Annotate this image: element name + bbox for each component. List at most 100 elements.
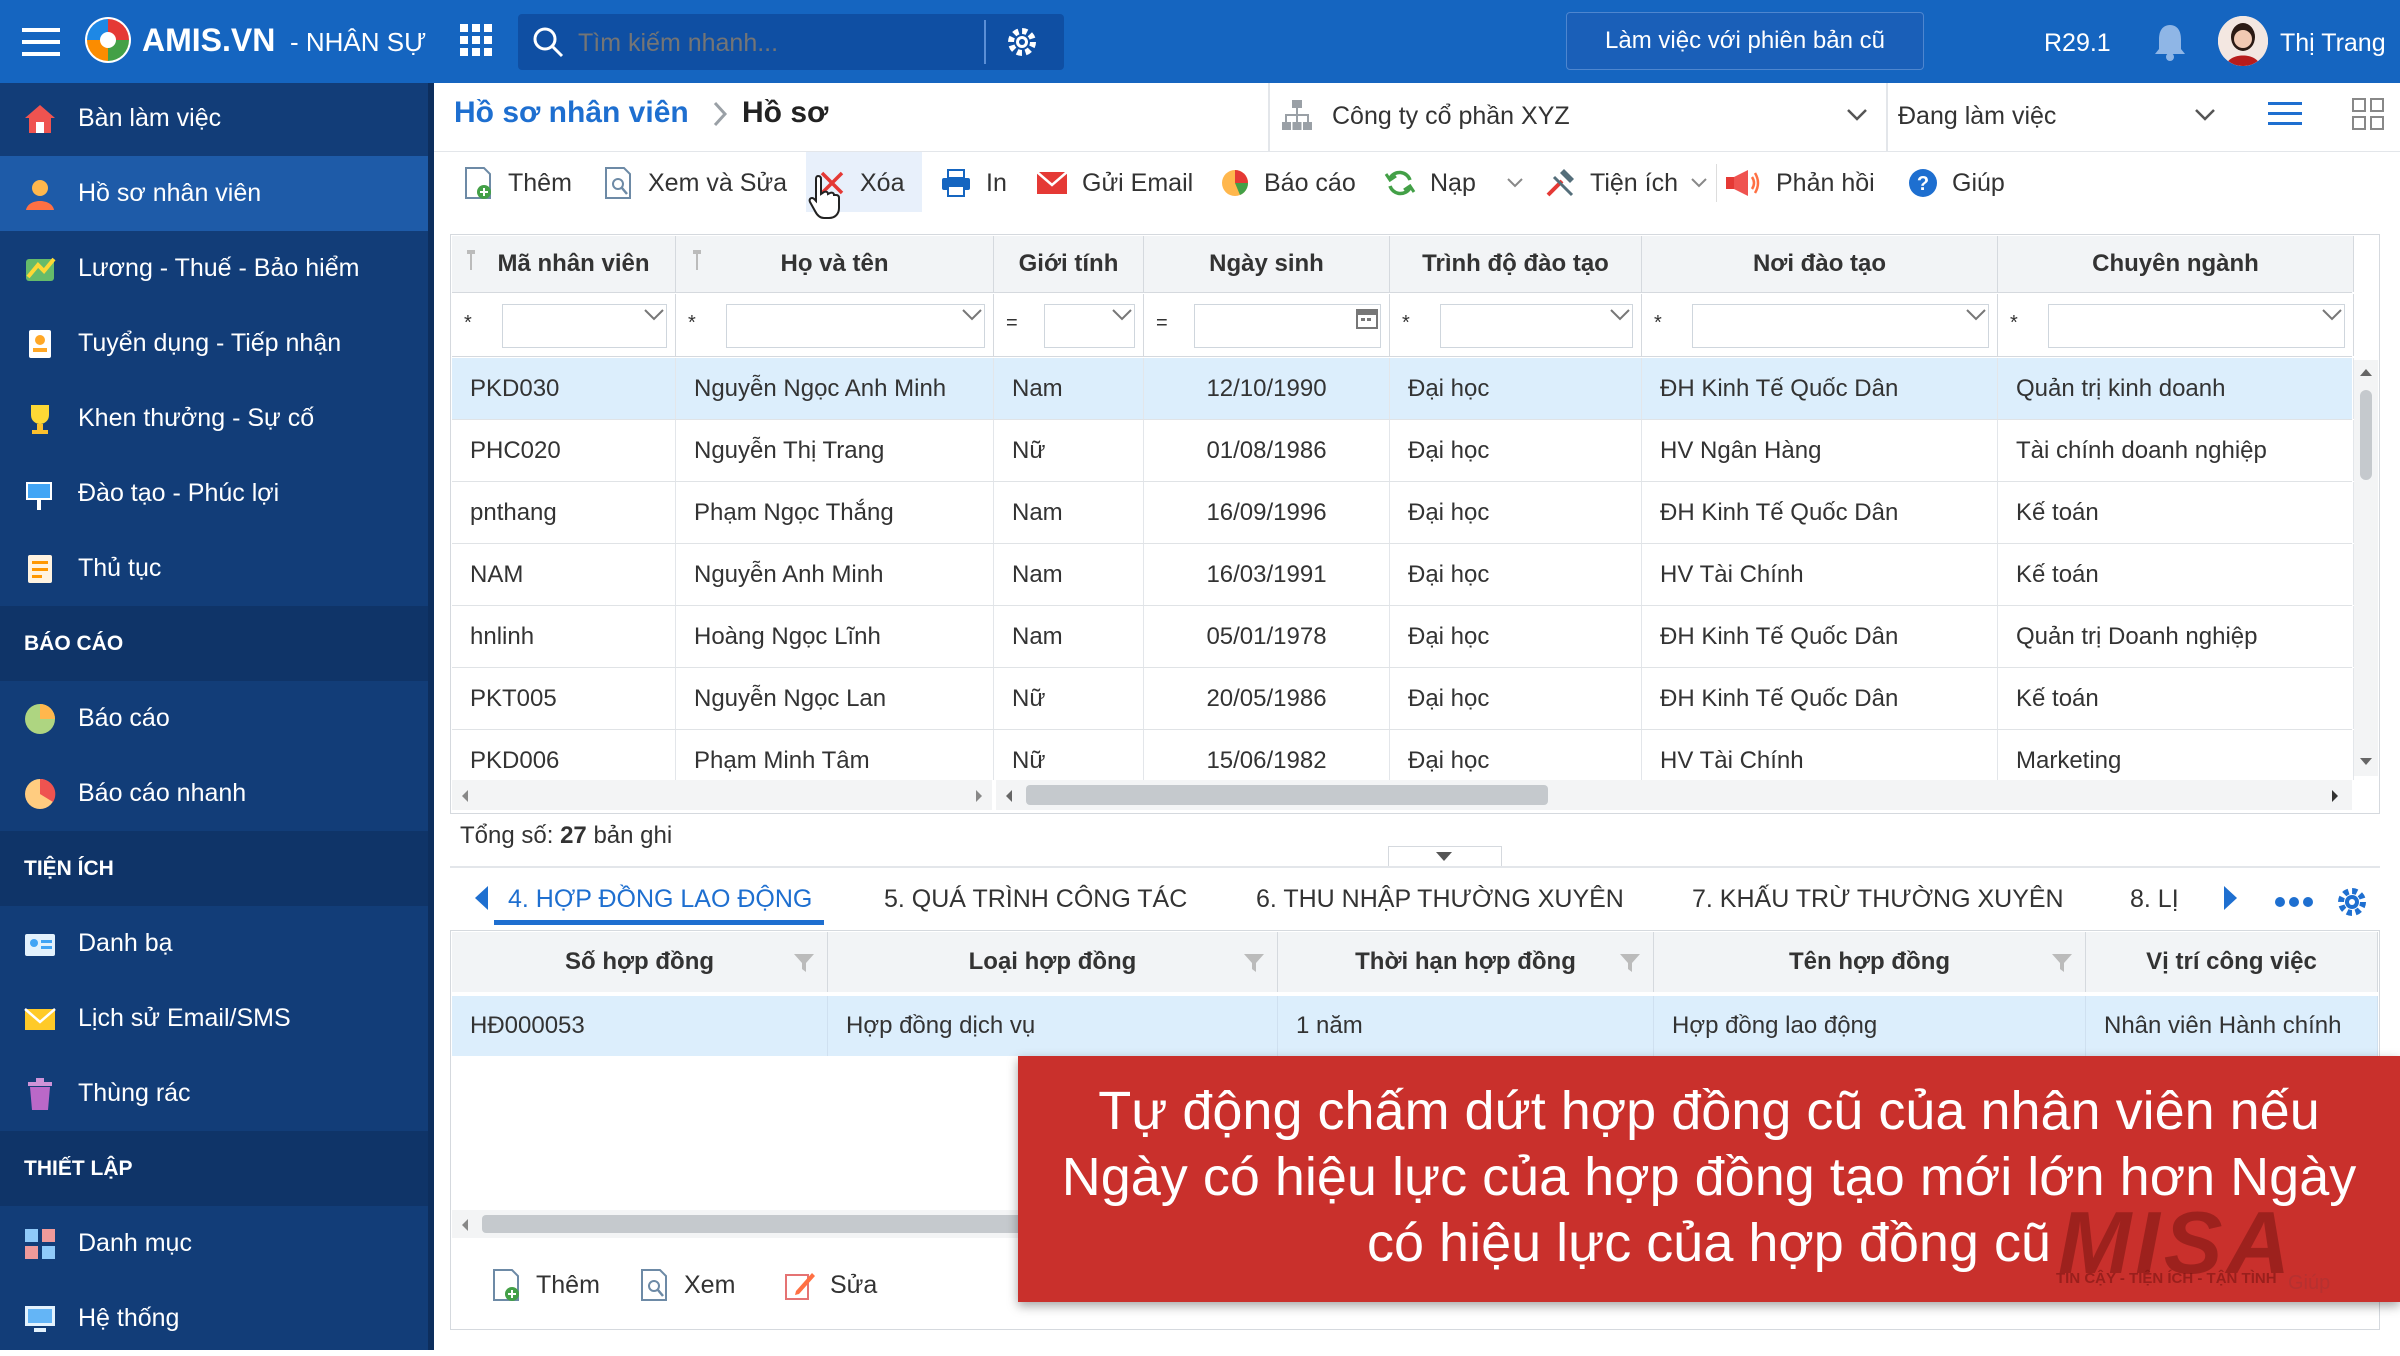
gender-cell[interactable]: Nam bbox=[994, 606, 1144, 667]
column-header-contract-name[interactable]: Tên hợp đồng bbox=[1654, 932, 2086, 992]
grid-frozen-horizontal-scrollbar[interactable] bbox=[452, 780, 992, 810]
contract-name-cell[interactable]: Hợp đồng lao động bbox=[1654, 996, 2086, 1056]
training-place-cell[interactable]: ĐH Kinh Tế Quốc Dân bbox=[1642, 482, 1998, 543]
table-row[interactable]: PKD006 Phạm Minh Tâm Nữ 15/06/1982 Đại học HV… bbox=[452, 730, 2354, 780]
tab-labor-contract[interactable]: 4. HỢP ĐỒNG LAO ĐỘNG bbox=[508, 876, 812, 922]
table-row[interactable]: PKD030 Nguyễn Ngọc Anh Minh Nam 12/10/1990 Đ… bbox=[452, 358, 2354, 420]
education-level-cell[interactable]: Đại học bbox=[1390, 482, 1642, 543]
column-header-contract-type[interactable]: Loại hợp đồng bbox=[828, 932, 1278, 992]
tab-scroll-right-icon[interactable] bbox=[2222, 884, 2240, 912]
training-place-cell[interactable]: HV Tài Chính bbox=[1642, 544, 1998, 605]
scroll-left-arrow-icon[interactable] bbox=[1004, 789, 1014, 803]
gender-cell[interactable]: Nữ bbox=[994, 668, 1144, 729]
full-name-cell[interactable]: Nguyễn Ngọc Lan bbox=[676, 668, 994, 729]
employee-code-cell[interactable]: PKD030 bbox=[452, 358, 676, 419]
birth-date-cell[interactable]: 20/05/1986 bbox=[1144, 668, 1390, 729]
scroll-left-arrow-icon[interactable] bbox=[460, 789, 470, 803]
full-name-cell[interactable]: Phạm Minh Tâm bbox=[676, 730, 994, 780]
filter-funnel-icon[interactable] bbox=[1243, 952, 1265, 974]
scroll-thumb[interactable] bbox=[2360, 390, 2372, 480]
table-row[interactable]: NAM Nguyễn Anh Minh Nam 16/03/1991 Đại học HV… bbox=[452, 544, 2354, 606]
detail-edit-button[interactable]: Sửa bbox=[784, 1262, 877, 1308]
employee-code-cell[interactable]: PKD006 bbox=[452, 730, 676, 780]
full-name-cell[interactable]: Phạm Ngọc Thắng bbox=[676, 482, 994, 543]
scroll-down-arrow-icon[interactable] bbox=[2358, 756, 2374, 768]
filter-funnel-icon[interactable] bbox=[793, 952, 815, 974]
gender-cell[interactable]: Nam bbox=[994, 544, 1144, 605]
contract-number-cell[interactable]: HĐ000053 bbox=[452, 996, 828, 1056]
scroll-up-arrow-icon[interactable] bbox=[2358, 366, 2374, 378]
sidebar-item-trash[interactable]: Thùng rác bbox=[0, 1056, 428, 1131]
birth-date-cell[interactable]: 16/09/1996 bbox=[1144, 482, 1390, 543]
contract-type-cell[interactable]: Hợp đồng dịch vụ bbox=[828, 996, 1278, 1056]
training-place-cell[interactable]: ĐH Kinh Tế Quốc Dân bbox=[1642, 668, 1998, 729]
table-row[interactable]: PHC020 Nguyễn Thị Trang Nữ 01/08/1986 Đại họ… bbox=[452, 420, 2354, 482]
sidebar-item-email-history[interactable]: Lịch sử Email/SMS bbox=[0, 981, 428, 1056]
education-level-cell[interactable]: Đại học bbox=[1390, 544, 1642, 605]
major-cell[interactable]: Quản trị kinh doanh bbox=[1998, 358, 2354, 419]
column-header-contract-number[interactable]: Số hợp đồng bbox=[452, 932, 828, 992]
major-cell[interactable]: Kế toán bbox=[1998, 544, 2354, 605]
education-level-cell[interactable]: Đại học bbox=[1390, 668, 1642, 729]
table-row[interactable]: pnthang Phạm Ngọc Thắng Nam 16/09/1996 Đại h… bbox=[452, 482, 2354, 544]
detail-view-button[interactable]: Xem bbox=[640, 1262, 735, 1308]
birth-date-cell[interactable]: 05/01/1978 bbox=[1144, 606, 1390, 667]
scroll-right-arrow-icon[interactable] bbox=[2330, 789, 2340, 803]
training-place-cell[interactable]: ĐH Kinh Tế Quốc Dân bbox=[1642, 358, 1998, 419]
training-place-cell[interactable]: ĐH Kinh Tế Quốc Dân bbox=[1642, 606, 1998, 667]
gender-cell[interactable]: Nữ bbox=[994, 420, 1144, 481]
employee-code-cell[interactable]: PHC020 bbox=[452, 420, 676, 481]
contract-term-cell[interactable]: 1 năm bbox=[1278, 996, 1654, 1056]
major-cell[interactable]: Kế toán bbox=[1998, 668, 2354, 729]
training-place-cell[interactable]: HV Tài Chính bbox=[1642, 730, 1998, 780]
table-row[interactable]: PKT005 Nguyễn Ngọc Lan Nữ 20/05/1986 Đại học… bbox=[452, 668, 2354, 730]
detail-settings-gear-icon[interactable] bbox=[2336, 886, 2368, 918]
scroll-left-arrow-icon[interactable] bbox=[460, 1218, 470, 1232]
major-cell[interactable]: Marketing bbox=[1998, 730, 2354, 780]
table-row[interactable]: hnlinh Hoàng Ngọc Lĩnh Nam 05/01/1978 Đại họ… bbox=[452, 606, 2354, 668]
column-header-contract-term[interactable]: Thời hạn hợp đồng bbox=[1278, 932, 1654, 992]
birth-date-cell[interactable]: 15/06/1982 bbox=[1144, 730, 1390, 780]
full-name-cell[interactable]: Hoàng Ngọc Lĩnh bbox=[676, 606, 994, 667]
sidebar-item-contacts[interactable]: Danh bạ bbox=[0, 906, 428, 981]
job-position-cell[interactable]: Nhân viên Hành chính bbox=[2086, 996, 2378, 1056]
tab-more[interactable]: 8. LỊ bbox=[2130, 876, 2179, 922]
more-options-icon[interactable] bbox=[2274, 896, 2314, 908]
major-cell[interactable]: Tài chính doanh nghiệp bbox=[1998, 420, 2354, 481]
filter-funnel-icon[interactable] bbox=[1619, 952, 1641, 974]
employee-code-cell[interactable]: PKT005 bbox=[452, 668, 676, 729]
full-name-cell[interactable]: Nguyễn Ngọc Anh Minh bbox=[676, 358, 994, 419]
birth-date-cell[interactable]: 16/03/1991 bbox=[1144, 544, 1390, 605]
sidebar-item-catalog[interactable]: Danh mục bbox=[0, 1206, 428, 1281]
full-name-cell[interactable]: Nguyễn Anh Minh bbox=[676, 544, 994, 605]
tab-regular-deduction[interactable]: 7. KHẤU TRỪ THƯỜNG XUYÊN bbox=[1692, 876, 2064, 922]
major-cell[interactable]: Kế toán bbox=[1998, 482, 2354, 543]
birth-date-cell[interactable]: 01/08/1986 bbox=[1144, 420, 1390, 481]
panel-splitter-toggle[interactable] bbox=[1388, 846, 1502, 867]
gender-cell[interactable]: Nữ bbox=[994, 730, 1144, 780]
employee-code-cell[interactable]: pnthang bbox=[452, 482, 676, 543]
full-name-cell[interactable]: Nguyễn Thị Trang bbox=[676, 420, 994, 481]
detail-add-button[interactable]: Thêm bbox=[492, 1262, 600, 1308]
sidebar-item-system[interactable]: Hệ thống bbox=[0, 1281, 428, 1356]
grid-horizontal-scrollbar[interactable] bbox=[996, 780, 2352, 810]
tab-regular-income[interactable]: 6. THU NHẬP THƯỜNG XUYÊN bbox=[1256, 876, 1624, 922]
tab-scroll-left-icon[interactable] bbox=[472, 884, 490, 912]
education-level-cell[interactable]: Đại học bbox=[1390, 730, 1642, 780]
column-header-job-position[interactable]: Vị trí công việc bbox=[2086, 932, 2378, 992]
employee-code-cell[interactable]: hnlinh bbox=[452, 606, 676, 667]
grid-vertical-scrollbar[interactable] bbox=[2354, 360, 2378, 776]
tab-work-history[interactable]: 5. QUÁ TRÌNH CÔNG TÁC bbox=[884, 876, 1187, 922]
gender-cell[interactable]: Nam bbox=[994, 482, 1144, 543]
training-place-cell[interactable]: HV Ngân Hàng bbox=[1642, 420, 1998, 481]
education-level-cell[interactable]: Đại học bbox=[1390, 420, 1642, 481]
gender-cell[interactable]: Nam bbox=[994, 358, 1144, 419]
birth-date-cell[interactable]: 12/10/1990 bbox=[1144, 358, 1390, 419]
employee-code-cell[interactable]: NAM bbox=[452, 544, 676, 605]
education-level-cell[interactable]: Đại học bbox=[1390, 606, 1642, 667]
education-level-cell[interactable]: Đại học bbox=[1390, 358, 1642, 419]
scroll-thumb[interactable] bbox=[1026, 785, 1548, 805]
scroll-right-arrow-icon[interactable] bbox=[974, 789, 984, 803]
major-cell[interactable]: Quản trị Doanh nghiệp bbox=[1998, 606, 2354, 667]
filter-funnel-icon[interactable] bbox=[2051, 952, 2073, 974]
